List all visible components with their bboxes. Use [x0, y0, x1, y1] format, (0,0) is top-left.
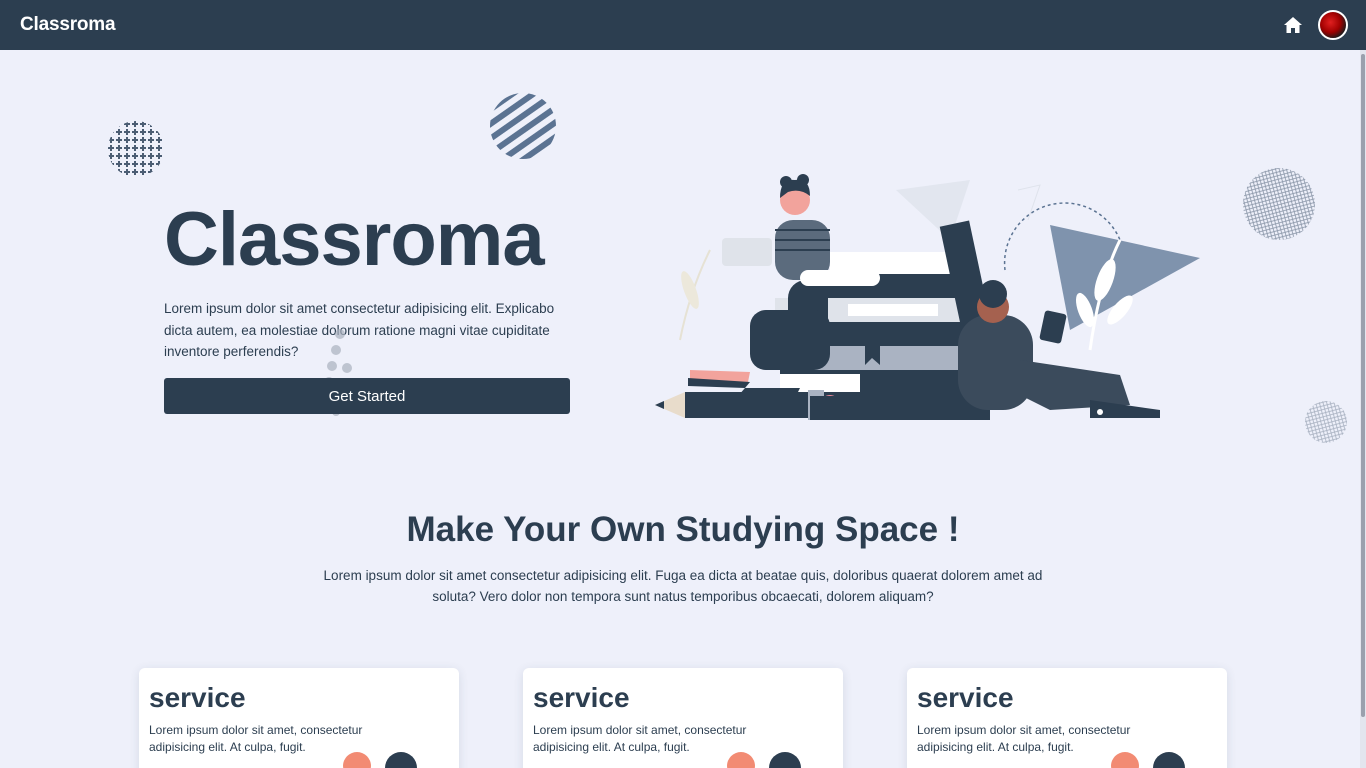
service-illustration: [343, 752, 417, 768]
section-description: Lorem ipsum dolor sit amet consectetur a…: [323, 568, 1043, 604]
brand-logo[interactable]: Classroma: [20, 14, 116, 36]
dotted-circle-decoration: [108, 121, 164, 177]
hero-title: Classroma: [164, 197, 545, 282]
section-title: Make Your Own Studying Space !: [406, 510, 960, 549]
striped-circle-decoration: [490, 93, 556, 159]
service-card[interactable]: service Lorem ipsum dolor sit amet, cons…: [523, 668, 843, 768]
service-illustration: [1111, 752, 1185, 768]
mesh-circle-decoration: [1243, 168, 1315, 240]
user-avatar[interactable]: [1318, 10, 1348, 40]
nav-actions: [1282, 10, 1348, 40]
service-card[interactable]: service Lorem ipsum dolor sit amet, cons…: [139, 668, 459, 768]
home-icon[interactable]: [1282, 14, 1304, 36]
students-studying-illustration: [655, 174, 1200, 420]
hero-description: Lorem ipsum dolor sit amet consectetur a…: [164, 301, 555, 359]
service-card[interactable]: service Lorem ipsum dolor sit amet, cons…: [907, 668, 1227, 768]
small-mesh-circle-decoration: [1305, 401, 1347, 443]
card-title: service: [149, 682, 246, 713]
card-title: service: [917, 682, 1014, 713]
card-title: service: [533, 682, 630, 713]
get-started-button[interactable]: Get Started: [164, 378, 570, 414]
scrollbar-thumb[interactable]: [1361, 54, 1365, 717]
service-illustration: [727, 752, 801, 768]
navbar: Classroma: [0, 0, 1366, 50]
